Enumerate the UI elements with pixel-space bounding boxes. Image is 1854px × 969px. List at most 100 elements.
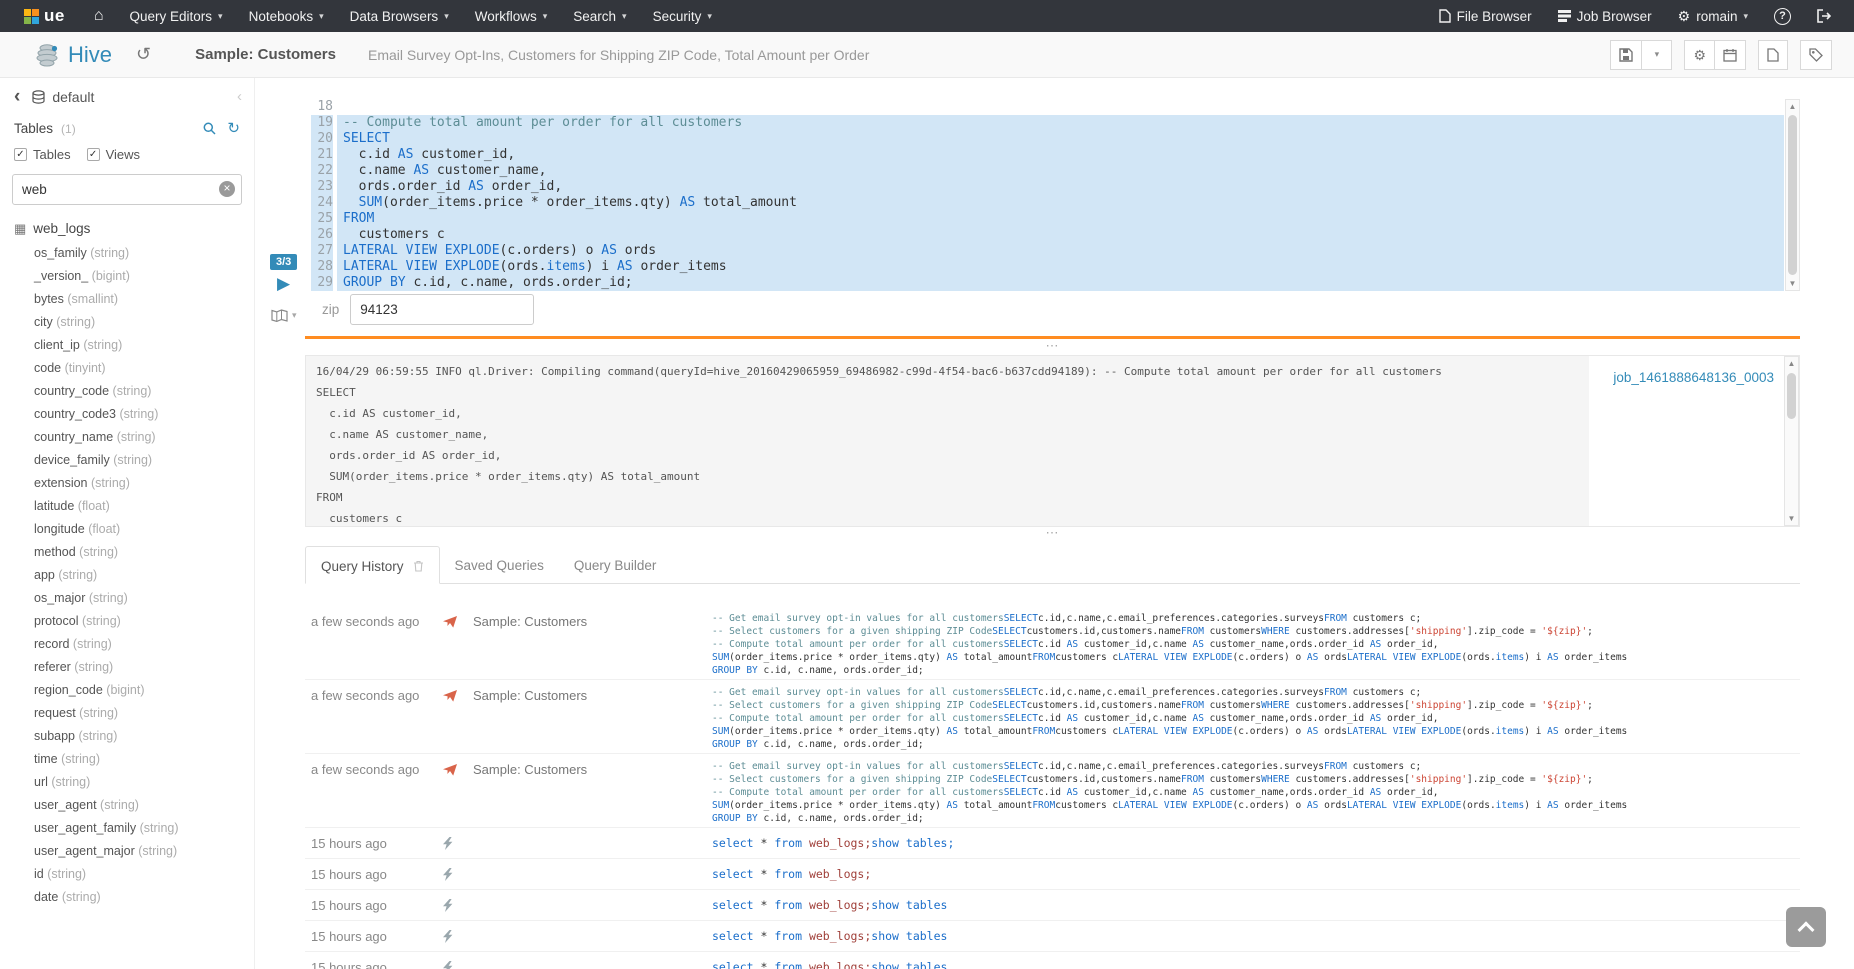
resize-handle[interactable]: ⋯ — [305, 342, 1800, 354]
scroll-up-icon[interactable]: ▲ — [1785, 357, 1798, 370]
history-row[interactable]: 15 hours agoselect * from web_logs;show … — [305, 921, 1800, 952]
history-query-preview[interactable]: select * from web_logs;show tables — [712, 896, 1794, 920]
menu-notebooks[interactable]: Notebooks▾ — [236, 0, 337, 32]
history-query-preview[interactable]: -- Get email survey opt-in values for al… — [712, 612, 1794, 679]
column-item-device-family[interactable]: device_family (string) — [0, 449, 254, 472]
execute-button[interactable]: ▶ — [277, 275, 290, 292]
result-count-badge[interactable]: 3/3 — [270, 254, 297, 270]
column-item-user-agent-major[interactable]: user_agent_major (string) — [0, 840, 254, 863]
column-item-bytes[interactable]: bytes (smallint) — [0, 288, 254, 311]
logout-button[interactable] — [1804, 0, 1844, 32]
column-item-url[interactable]: url (string) — [0, 771, 254, 794]
menu-workflows[interactable]: Workflows▾ — [462, 0, 561, 32]
history-query-preview[interactable]: select * from web_logs;show tables — [712, 958, 1794, 969]
history-row[interactable]: 15 hours agoselect * from web_logs;show … — [305, 890, 1800, 921]
collapse-panel-icon[interactable]: ‹ — [237, 88, 242, 105]
column-item-country-code[interactable]: country_code (string) — [0, 380, 254, 403]
file-browser-button[interactable]: File Browser — [1426, 0, 1545, 32]
column-item-record[interactable]: record (string) — [0, 633, 254, 656]
log-scrollbar[interactable]: ▲ ▼ — [1784, 356, 1799, 526]
job-link[interactable]: job_1461888648136_0003 — [1613, 370, 1774, 385]
history-row[interactable]: a few seconds agoSample: Customers-- Get… — [305, 606, 1800, 680]
scrollbar-thumb[interactable] — [1788, 115, 1797, 275]
history-query-preview[interactable]: select * from web_logs;show tables; — [712, 834, 1794, 858]
code-token: customer_name,ords.order_id — [1204, 639, 1370, 650]
column-item-date[interactable]: date (string) — [0, 886, 254, 909]
database-selector[interactable]: default — [32, 89, 94, 105]
table-search-input[interactable] — [12, 174, 242, 205]
search-icon[interactable] — [203, 122, 216, 135]
variable-zip-input[interactable] — [350, 294, 534, 325]
column-item-time[interactable]: time (string) — [0, 748, 254, 771]
recent-queries-icon[interactable]: ↺ — [136, 44, 151, 65]
history-row[interactable]: 15 hours agoselect * from web_logs;show … — [305, 952, 1800, 969]
column-item-method[interactable]: method (string) — [0, 541, 254, 564]
column-item-longitude[interactable]: longitude (float) — [0, 518, 254, 541]
settings-button[interactable]: ⚙ — [1684, 40, 1715, 70]
history-row[interactable]: a few seconds agoSample: Customers-- Get… — [305, 754, 1800, 828]
menu-query-editors[interactable]: Query Editors▾ — [117, 0, 236, 32]
query-title[interactable]: Sample: Customers — [195, 46, 336, 63]
tab-saved-queries[interactable]: Saved Queries — [440, 546, 559, 583]
column-item-region-code[interactable]: region_code (bigint) — [0, 679, 254, 702]
column-item-user-agent-family[interactable]: user_agent_family (string) — [0, 817, 254, 840]
schedule-button[interactable] — [1715, 40, 1746, 70]
filter-tables-checkbox[interactable]: ✓ Tables — [14, 147, 71, 162]
column-item-country-name[interactable]: country_name (string) — [0, 426, 254, 449]
save-button[interactable] — [1610, 40, 1642, 70]
table-item-web-logs[interactable]: ▦ web_logs — [0, 211, 254, 242]
hue-logo[interactable]: ue — [24, 6, 65, 26]
column-item-city[interactable]: city (string) — [0, 311, 254, 334]
column-item-extension[interactable]: extension (string) — [0, 472, 254, 495]
column-item-id[interactable]: id (string) — [0, 863, 254, 886]
menu-data-browsers[interactable]: Data Browsers▾ — [337, 0, 462, 32]
tab-query-history[interactable]: Query History — [305, 546, 440, 584]
column-item-country-code3[interactable]: country_code3 (string) — [0, 403, 254, 426]
hive-app-button[interactable]: Hive — [34, 42, 112, 68]
history-row[interactable]: 15 hours agoselect * from web_logs; — [305, 859, 1800, 890]
scrollbar-thumb[interactable] — [1787, 373, 1796, 419]
editor-code[interactable]: -- Compute total amount per order for al… — [337, 99, 1784, 291]
column-item-protocol[interactable]: protocol (string) — [0, 610, 254, 633]
scroll-up-icon[interactable]: ▲ — [1786, 100, 1799, 113]
scroll-down-icon[interactable]: ▼ — [1786, 277, 1799, 290]
tags-button[interactable] — [1800, 40, 1832, 70]
column-item-latitude[interactable]: latitude (float) — [0, 495, 254, 518]
new-query-button[interactable] — [1758, 40, 1788, 70]
history-query-preview[interactable]: -- Get email survey opt-in values for al… — [712, 760, 1794, 827]
history-row[interactable]: 15 hours agoselect * from web_logs;show … — [305, 828, 1800, 859]
editor-scrollbar[interactable]: ▲ ▼ — [1785, 99, 1800, 291]
back-button[interactable]: ‹ — [14, 90, 20, 104]
user-menu[interactable]: ⚙ romain ▾ — [1665, 0, 1761, 32]
column-item-client-ip[interactable]: client_ip (string) — [0, 334, 254, 357]
resize-handle[interactable]: ⋯ — [305, 529, 1800, 541]
refresh-icon[interactable]: ↻ — [227, 122, 240, 135]
clear-search-icon[interactable]: × — [219, 181, 235, 197]
help-button[interactable]: ? — [1761, 0, 1804, 32]
tab-query-builder[interactable]: Query Builder — [559, 546, 672, 583]
job-browser-button[interactable]: Job Browser — [1545, 0, 1665, 32]
column-item-code[interactable]: code (tinyint) — [0, 357, 254, 380]
home-button[interactable]: ⌂ — [81, 0, 117, 32]
filter-views-checkbox[interactable]: ✓ Views — [87, 147, 140, 162]
scroll-to-top-button[interactable] — [1786, 907, 1826, 947]
menu-security[interactable]: Security▾ — [640, 0, 725, 32]
history-row[interactable]: a few seconds agoSample: Customers-- Get… — [305, 680, 1800, 754]
sql-editor[interactable]: 181920212223242526272829 -- Compute tota… — [311, 99, 1800, 291]
column-item--version-[interactable]: _version_ (bigint) — [0, 265, 254, 288]
menu-search[interactable]: Search▾ — [560, 0, 639, 32]
column-item-app[interactable]: app (string) — [0, 564, 254, 587]
clear-history-icon[interactable] — [413, 560, 424, 572]
results-button[interactable]: ▾ — [271, 309, 297, 322]
scroll-down-icon[interactable]: ▼ — [1785, 512, 1798, 525]
column-item-os-family[interactable]: os_family (string) — [0, 242, 254, 265]
history-query-preview[interactable]: select * from web_logs;show tables — [712, 927, 1794, 951]
history-query-preview[interactable]: -- Get email survey opt-in values for al… — [712, 686, 1794, 753]
save-dropdown-button[interactable]: ▾ — [1642, 40, 1672, 70]
column-item-referer[interactable]: referer (string) — [0, 656, 254, 679]
column-item-user-agent[interactable]: user_agent (string) — [0, 794, 254, 817]
history-query-preview[interactable]: select * from web_logs; — [712, 865, 1794, 889]
column-item-request[interactable]: request (string) — [0, 702, 254, 725]
column-item-subapp[interactable]: subapp (string) — [0, 725, 254, 748]
column-item-os-major[interactable]: os_major (string) — [0, 587, 254, 610]
